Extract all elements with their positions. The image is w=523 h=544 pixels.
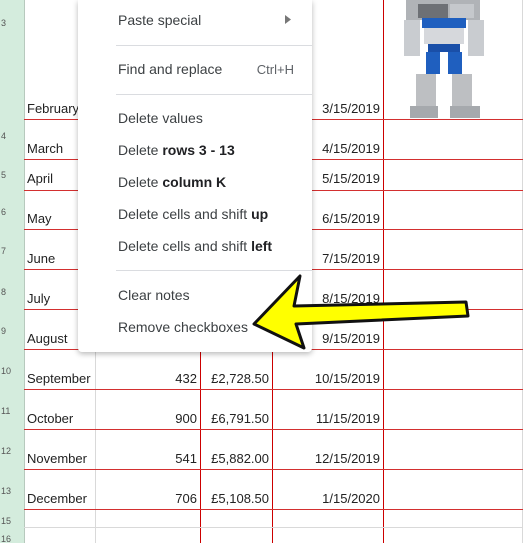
- date-cell[interactable]: 12/15/2019: [315, 451, 380, 466]
- menu-item-delete-rows[interactable]: Delete rows 3 - 13: [118, 142, 235, 158]
- row-number[interactable]: 5: [0, 170, 25, 180]
- month-cell[interactable]: May: [27, 211, 52, 226]
- delete-values-label: Delete values: [118, 110, 203, 126]
- date-cell[interactable]: 7/15/2019: [322, 251, 380, 266]
- robot-image: [404, 0, 484, 118]
- delete-column-prefix: Delete: [118, 174, 163, 190]
- date-cell[interactable]: 4/15/2019: [322, 141, 380, 156]
- quantity-cell[interactable]: 706: [175, 491, 197, 506]
- date-cell[interactable]: 6/15/2019: [322, 211, 380, 226]
- menu-item-paste-special[interactable]: Paste special: [118, 12, 201, 28]
- date-cell[interactable]: 11/15/2019: [316, 411, 380, 426]
- month-cell[interactable]: September: [27, 371, 91, 386]
- month-cell[interactable]: July: [27, 291, 50, 306]
- row-number[interactable]: 11: [0, 406, 25, 416]
- delete-shift-up-prefix: Delete cells and shift: [118, 206, 252, 222]
- date-cell[interactable]: 1/15/2020: [322, 491, 380, 506]
- row-number[interactable]: 10: [0, 366, 25, 376]
- menu-item-clear-notes[interactable]: Clear notes: [118, 287, 190, 303]
- row-number[interactable]: 13: [0, 486, 25, 496]
- delete-rows-range: rows 3 - 13: [162, 142, 235, 158]
- row-number[interactable]: 9: [0, 326, 25, 336]
- date-cell[interactable]: 5/15/2019: [322, 171, 380, 186]
- row-border: [24, 429, 523, 430]
- quantity-cell[interactable]: 432: [175, 371, 197, 386]
- amount-cell[interactable]: £2,728.50: [211, 371, 269, 386]
- row-border: [24, 469, 523, 470]
- menu-item-delete-shift-up[interactable]: Delete cells and shift up: [118, 206, 268, 222]
- month-cell[interactable]: April: [27, 171, 53, 186]
- row-number[interactable]: 15: [0, 516, 25, 526]
- clear-notes-label: Clear notes: [118, 287, 190, 303]
- month-cell[interactable]: August: [27, 331, 67, 346]
- remove-checkboxes-label: Remove checkboxes: [118, 319, 248, 335]
- find-replace-shortcut: Ctrl+H: [256, 62, 294, 77]
- amount-cell[interactable]: £5,882.00: [211, 451, 269, 466]
- menu-item-delete-values[interactable]: Delete values: [118, 110, 203, 126]
- amount-cell[interactable]: £5,108.50: [211, 491, 269, 506]
- month-cell[interactable]: October: [27, 411, 73, 426]
- row-number[interactable]: 6: [0, 207, 25, 217]
- row-border: [24, 389, 523, 390]
- delete-rows-prefix: Delete: [118, 142, 163, 158]
- row-border: [24, 527, 523, 528]
- yellow-arrow-icon: [252, 274, 470, 350]
- find-replace-label: Find and replace: [118, 61, 223, 77]
- paste-special-label: Paste special: [118, 12, 202, 28]
- menu-item-remove-checkboxes[interactable]: Remove checkboxes: [118, 319, 248, 335]
- quantity-cell[interactable]: 900: [175, 411, 197, 426]
- month-cell[interactable]: March: [27, 141, 63, 156]
- menu-item-delete-column[interactable]: Delete column K: [118, 174, 226, 190]
- row-number[interactable]: 4: [0, 131, 25, 141]
- month-cell[interactable]: November: [27, 451, 87, 466]
- menu-separator: [116, 94, 312, 95]
- delete-column-name: column K: [162, 174, 227, 190]
- month-cell[interactable]: December: [27, 491, 87, 506]
- date-cell[interactable]: 10/15/2019: [315, 371, 380, 386]
- row-number[interactable]: 12: [0, 446, 25, 456]
- amount-cell[interactable]: £6,791.50: [211, 411, 269, 426]
- submenu-arrow-icon: [285, 15, 291, 24]
- row-number[interactable]: 7: [0, 246, 25, 256]
- row-header-column[interactable]: 3 4 5 6 7 8 9 10 11 12 13 15 16: [0, 0, 25, 544]
- menu-item-delete-shift-left[interactable]: Delete cells and shift left: [118, 238, 272, 254]
- row-number[interactable]: 3: [0, 18, 25, 28]
- row-border: [24, 509, 523, 510]
- row-number[interactable]: 8: [0, 287, 25, 297]
- quantity-cell[interactable]: 541: [175, 451, 197, 466]
- month-cell[interactable]: February: [27, 101, 79, 116]
- delete-shift-up-direction: up: [251, 206, 269, 222]
- menu-separator: [116, 45, 312, 46]
- date-cell[interactable]: 3/15/2019: [322, 101, 380, 116]
- delete-shift-left-prefix: Delete cells and shift: [118, 238, 252, 254]
- delete-shift-left-direction: left: [251, 238, 273, 254]
- month-cell[interactable]: June: [27, 251, 55, 266]
